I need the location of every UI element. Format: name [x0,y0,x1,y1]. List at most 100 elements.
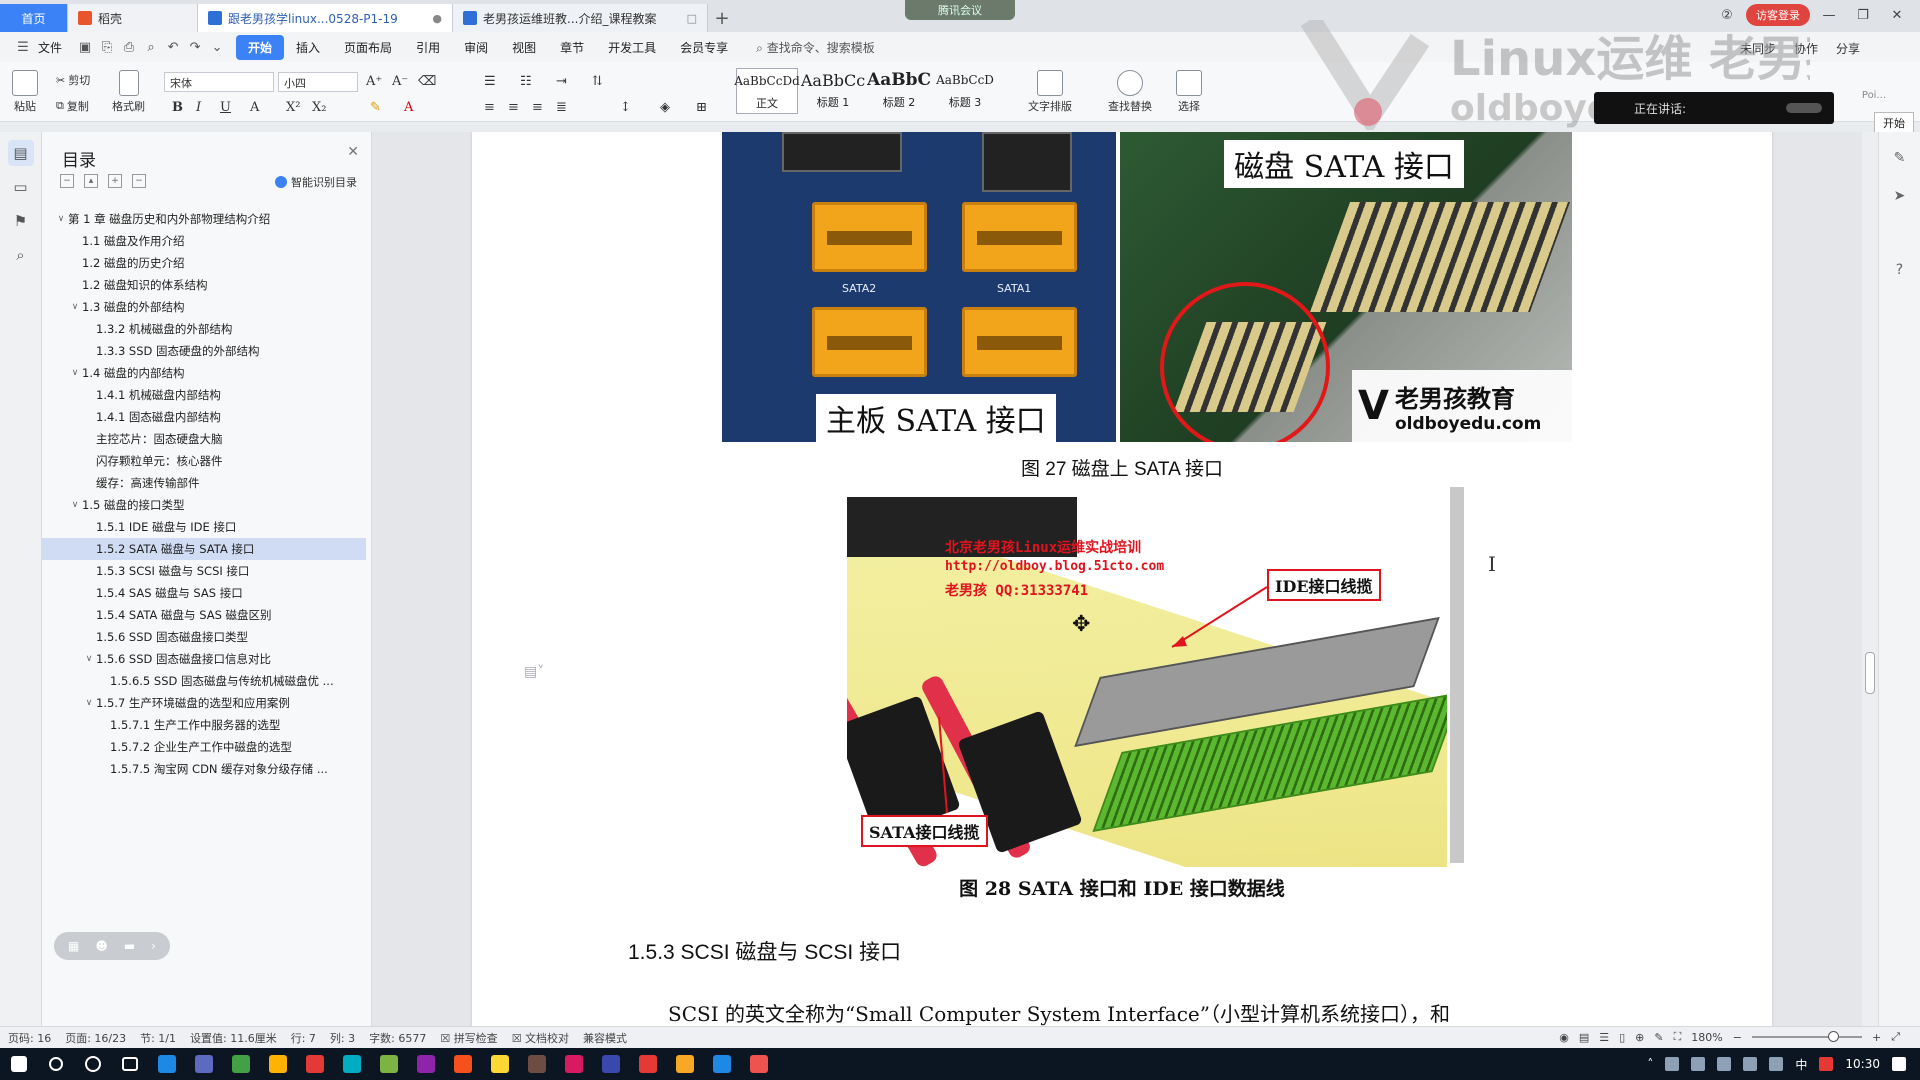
toc-item[interactable]: 1.5.1 IDE 磁盘与 IDE 接口 [42,516,372,538]
justify-icon[interactable]: ≣ [556,100,567,115]
align-left-icon[interactable]: ≡ [484,100,495,115]
superscript-icon[interactable]: X² [286,100,300,115]
tab-home[interactable]: 首页 [0,4,68,32]
share-button[interactable]: 分享 [1836,40,1860,57]
expand-icon[interactable]: ▴ [84,174,98,188]
folder-icon[interactable]: ▭ [8,174,34,200]
toc-item[interactable]: 1.2 磁盘知识的体系结构 [42,274,372,296]
tab-document-2[interactable]: 老男孩运维班教...介绍_课程教案 □ [453,4,708,32]
tray-expand-icon[interactable]: ˄ [1647,1057,1653,1071]
style-heading-1[interactable]: AaBbCc 标题 1 [801,68,865,114]
taskbar-app-icon[interactable] [407,1048,444,1080]
zoom-out-icon[interactable]: − [1733,1031,1742,1044]
select-button[interactable]: 选择 [1176,70,1202,114]
font-color-icon[interactable]: A [404,100,413,115]
menu-member[interactable]: 会员专享 [668,35,740,60]
document-page[interactable]: SATA2 SATA1 主板 SATA 接口 磁盘 SATA 接口 V 老男孩教… [472,132,1772,1036]
fullscreen-icon[interactable]: ⤢ [1891,1030,1900,1044]
chevron-down-icon[interactable]: ∨ [82,698,96,708]
italic-icon[interactable]: I [196,100,201,115]
chat-icon[interactable]: ☻ [95,939,108,953]
menu-home[interactable]: 开始 [236,34,285,60]
undo-icon[interactable]: ↶ [162,38,184,56]
notification-icon[interactable] [1892,1057,1906,1071]
close-window-icon[interactable]: ✕ [1882,8,1912,23]
toc-item[interactable]: 1.1 磁盘及作用介绍 [42,230,372,252]
zoom-slider[interactable] [1751,1031,1862,1042]
zoom-slider-knob[interactable] [1827,1031,1839,1042]
toc-item[interactable]: 1.3.3 SSD 固态硬盘的外部结构 [42,340,372,362]
meeting-indicator[interactable]: 腾讯会议 [905,0,1015,20]
taskbar-app-icon[interactable] [592,1048,629,1080]
microphone-icon[interactable] [1717,1057,1732,1071]
grid-icon[interactable]: ▦ [68,939,79,953]
style-heading-2[interactable]: AaBbC 标题 2 [867,68,931,114]
menu-insert[interactable]: 插入 [284,35,332,60]
volume-icon[interactable] [1769,1057,1784,1071]
style-heading-3[interactable]: AaBbCcD 标题 3 [934,68,996,114]
chevron-down-icon[interactable]: ∨ [68,302,82,312]
menu-chapter[interactable]: 章节 [548,35,596,60]
copy-button[interactable]: ⧉ 复制 [56,98,89,114]
search-icon[interactable]: ⌕ [8,242,34,268]
chevron-down-icon[interactable]: ∨ [54,214,68,224]
toc-item[interactable]: 主控芯片：固态硬盘大脑 [42,428,372,450]
bookmark-icon[interactable]: ⚑ [8,208,34,234]
toc-item[interactable]: 1.3.2 机械磁盘的外部结构 [42,318,372,340]
toc-item[interactable]: 缓存：高速传输部件 [42,472,372,494]
font-size-select[interactable]: 小四 [278,72,358,92]
taskbar-app-icon[interactable] [703,1048,740,1080]
windows-start-icon[interactable] [0,1048,37,1080]
paragraph-handle-icon[interactable]: ▤˅ [524,664,544,680]
close-icon[interactable]: ● [432,12,442,25]
ime-indicator[interactable]: 中 [1795,1056,1807,1073]
antivirus-icon[interactable] [1819,1057,1834,1071]
help-icon[interactable]: ? [1888,258,1912,282]
taskbar-app-icon[interactable] [740,1048,777,1080]
toc-item[interactable]: ∨ 第 1 章 磁盘历史和内外部物理结构介绍 [42,208,372,230]
underline-icon[interactable]: U [220,100,231,115]
toc-item[interactable]: 1.5.6 SSD 固态磁盘接口类型 [42,626,372,648]
fit-page-icon[interactable]: ⛶ [1674,1030,1682,1044]
tray-icon[interactable] [1691,1057,1706,1071]
taskbar-app-icon[interactable] [666,1048,703,1080]
taskbar-app-icon[interactable] [555,1048,592,1080]
doc-proofread-button[interactable]: ☒ 文档校对 [512,1030,569,1046]
strikethrough-icon[interactable]: A [250,100,259,115]
toc-item[interactable]: 1.5.7.1 生产工作中服务器的选型 [42,714,372,736]
page-view-icon[interactable]: ▤ [1579,1031,1589,1044]
font-family-select[interactable]: 宋体 [164,72,274,92]
menu-developer[interactable]: 开发工具 [596,35,668,60]
export-icon[interactable]: ⎘ [96,38,118,56]
indent-icon[interactable]: ⇥ [556,74,567,89]
toc-item[interactable]: ∨ 1.5.6 SSD 固态磁盘接口信息对比 [42,648,372,670]
sort-icon[interactable]: ⇅ [592,74,603,89]
toc-item[interactable]: ∨ 1.4 磁盘的内部结构 [42,362,372,384]
remove-icon[interactable]: − [132,174,146,188]
pen-icon[interactable]: ✎ [1888,146,1912,170]
zoom-in-icon[interactable]: + [1872,1031,1881,1044]
taskbar-app-icon[interactable] [296,1048,333,1080]
tray-icon[interactable] [1665,1057,1680,1071]
start-button[interactable]: 开始 [1874,112,1914,134]
restore-icon[interactable]: ❐ [1848,8,1878,23]
toc-item[interactable]: ∨ 1.5.7 生产环境磁盘的选型和应用案例 [42,692,372,714]
taskbar-app-icon[interactable] [222,1048,259,1080]
close-icon[interactable]: □ [687,12,697,25]
spell-check-button[interactable]: ☒ 拼写检查 [440,1030,497,1046]
collaborate-button[interactable]: 协作 [1794,40,1818,57]
find-replace-button[interactable]: 查找替换 [1108,70,1152,114]
toc-item[interactable]: 1.5.4 SAS 磁盘与 SAS 接口 [42,582,372,604]
menu-page-layout[interactable]: 页面布局 [332,35,404,60]
toc-item[interactable]: ∨ 1.5 磁盘的接口类型 [42,494,372,516]
shading-icon[interactable]: ◈ [660,100,670,115]
reading-view-icon[interactable]: ▯ [1619,1031,1625,1044]
badge-icon[interactable]: ② [1712,8,1742,23]
taskbar-app-icon[interactable] [629,1048,666,1080]
figure-28[interactable]: 北京老男孩Linux运维实战培训 http://oldboy.blog.51ct… [847,497,1447,867]
format-painter-button[interactable]: 格式刷 [112,70,145,114]
menu-review[interactable]: 审阅 [452,35,500,60]
guest-login-button[interactable]: 访客登录 [1746,4,1810,26]
bullet-list-icon[interactable]: ☰ [484,74,496,89]
highlight-icon[interactable]: ✎ [370,100,381,115]
